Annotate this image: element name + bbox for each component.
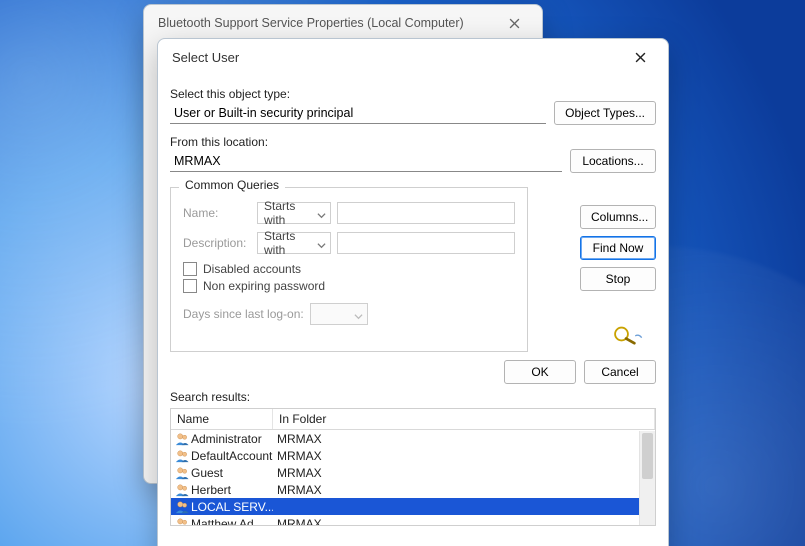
dialog-titlebar: Select User bbox=[158, 39, 668, 75]
user-icon bbox=[175, 449, 189, 463]
results-header: Name In Folder bbox=[171, 409, 655, 430]
name-query-label: Name: bbox=[183, 206, 251, 220]
common-queries-legend: Common Queries bbox=[179, 178, 285, 192]
close-icon bbox=[509, 18, 520, 29]
parent-close-button[interactable] bbox=[494, 9, 534, 37]
common-queries-group: Common Queries Name: Starts with Descrip… bbox=[170, 187, 528, 352]
cell-name: Herbert bbox=[171, 483, 273, 497]
from-location-label: From this location: bbox=[170, 135, 656, 149]
parent-titlebar: Bluetooth Support Service Properties (Lo… bbox=[144, 5, 542, 41]
dialog-close-button[interactable] bbox=[620, 43, 660, 71]
days-combo[interactable] bbox=[310, 303, 368, 325]
cell-name: DefaultAccount bbox=[171, 449, 273, 463]
chevron-down-icon bbox=[354, 310, 363, 324]
name-mode-value: Starts with bbox=[264, 199, 312, 227]
description-mode-combo[interactable]: Starts with bbox=[257, 232, 331, 254]
dialog-body: Select this object type: Object Types...… bbox=[158, 75, 668, 526]
col-name-header[interactable]: Name bbox=[171, 409, 273, 429]
object-types-button[interactable]: Object Types... bbox=[554, 101, 656, 125]
results-scrollbar[interactable] bbox=[639, 431, 655, 525]
cell-folder: MRMAX bbox=[273, 449, 655, 463]
dialog-title: Select User bbox=[172, 50, 239, 65]
cancel-button[interactable]: Cancel bbox=[584, 360, 656, 384]
table-row[interactable]: HerbertMRMAX bbox=[171, 481, 655, 498]
cell-folder: MRMAX bbox=[273, 432, 655, 446]
disabled-accounts-label: Disabled accounts bbox=[203, 262, 301, 276]
name-mode-combo[interactable]: Starts with bbox=[257, 202, 331, 224]
disabled-accounts-check[interactable]: Disabled accounts bbox=[183, 262, 515, 276]
description-query-row: Description: Starts with bbox=[183, 232, 515, 254]
ok-cancel-row: OK Cancel bbox=[170, 360, 656, 384]
chevron-down-icon bbox=[317, 239, 326, 253]
cell-name: Guest bbox=[171, 466, 273, 480]
user-icon bbox=[175, 500, 189, 514]
days-label: Days since last log-on: bbox=[183, 307, 304, 321]
cell-folder: MRMAX bbox=[273, 483, 655, 497]
from-location-row: Locations... bbox=[170, 149, 656, 173]
object-type-row: Object Types... bbox=[170, 101, 656, 125]
object-type-field[interactable] bbox=[170, 102, 546, 124]
non-expiring-check[interactable]: Non expiring password bbox=[183, 279, 515, 293]
search-results-label: Search results: bbox=[170, 390, 656, 404]
results-body: AdministratorMRMAXDefaultAccountMRMAXGue… bbox=[171, 430, 655, 525]
non-expiring-label: Non expiring password bbox=[203, 279, 325, 293]
ok-button[interactable]: OK bbox=[504, 360, 576, 384]
user-icon bbox=[175, 517, 189, 526]
table-row[interactable]: DefaultAccountMRMAX bbox=[171, 447, 655, 464]
table-row[interactable]: AdministratorMRMAX bbox=[171, 430, 655, 447]
col-folder-header[interactable]: In Folder bbox=[273, 409, 655, 429]
locations-button[interactable]: Locations... bbox=[570, 149, 656, 173]
checkbox-icon bbox=[183, 279, 197, 293]
object-type-label: Select this object type: bbox=[170, 87, 656, 101]
checkbox-icon bbox=[183, 262, 197, 276]
table-row[interactable]: Matthew Ad...MRMAX bbox=[171, 515, 655, 525]
chevron-down-icon bbox=[317, 209, 326, 223]
description-query-input[interactable] bbox=[337, 232, 515, 254]
scrollbar-thumb[interactable] bbox=[642, 433, 653, 479]
close-icon bbox=[635, 52, 646, 63]
description-mode-value: Starts with bbox=[264, 229, 312, 257]
description-query-label: Description: bbox=[183, 236, 251, 250]
cell-folder: MRMAX bbox=[273, 466, 655, 480]
name-query-row: Name: Starts with bbox=[183, 202, 515, 224]
user-icon bbox=[175, 432, 189, 446]
table-row[interactable]: LOCAL SERV... bbox=[171, 498, 655, 515]
common-queries-area: Common Queries Name: Starts with Descrip… bbox=[170, 187, 656, 352]
cell-name: Administrator bbox=[171, 432, 273, 446]
from-location-field[interactable] bbox=[170, 150, 562, 172]
name-query-input[interactable] bbox=[337, 202, 515, 224]
days-row: Days since last log-on: bbox=[183, 303, 515, 325]
select-user-dialog: Select User Select this object type: Obj… bbox=[157, 38, 669, 546]
user-icon bbox=[175, 483, 189, 497]
cell-name: Matthew Ad... bbox=[171, 517, 273, 526]
cell-name: LOCAL SERV... bbox=[171, 500, 273, 514]
cell-folder: MRMAX bbox=[273, 517, 655, 526]
table-row[interactable]: GuestMRMAX bbox=[171, 464, 655, 481]
parent-title: Bluetooth Support Service Properties (Lo… bbox=[158, 16, 464, 30]
user-icon bbox=[175, 466, 189, 480]
results-grid: Name In Folder AdministratorMRMAXDefault… bbox=[170, 408, 656, 526]
